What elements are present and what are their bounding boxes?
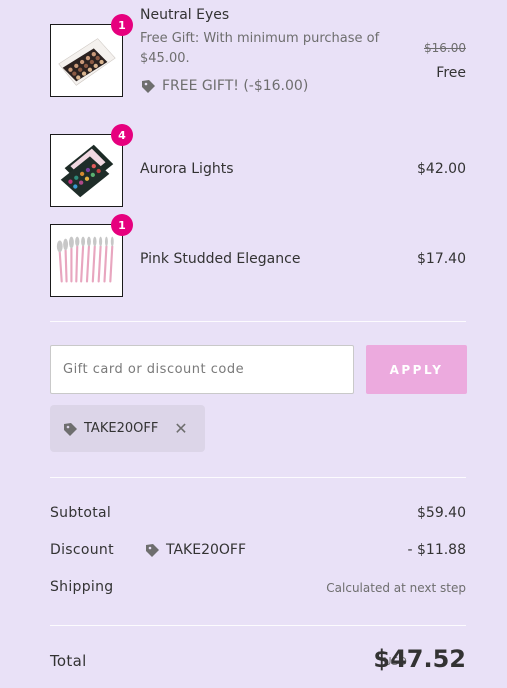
- discount-value: - $11.88: [407, 542, 467, 558]
- subtotal-label: Subtotal: [50, 505, 112, 521]
- discount-row: Discount TAKE20OFF - $11.88: [50, 542, 466, 564]
- product-name: Neutral Eyes: [140, 7, 230, 23]
- subtotal-row: Subtotal $59.40: [50, 505, 466, 527]
- item-price: $17.40: [417, 251, 466, 267]
- discount-code-input[interactable]: [50, 345, 354, 394]
- tag-icon: [142, 80, 155, 93]
- total-label: Total: [50, 652, 87, 670]
- discount-code-text: TAKE20OFF: [166, 542, 247, 558]
- shipping-row: Shipping Calculated at next step: [50, 579, 466, 601]
- eyeshadow-palette-image: [60, 144, 114, 198]
- close-icon[interactable]: ✕: [174, 419, 187, 438]
- discount-label: Discount: [50, 542, 114, 558]
- product-thumbnail: 1: [50, 14, 133, 97]
- applied-discount-chip: TAKE20OFF ✕: [50, 405, 205, 452]
- tag-icon: [146, 544, 159, 557]
- section-divider: [50, 625, 466, 626]
- cart-item: 4 Aurora Lights $42.00: [50, 124, 466, 209]
- section-divider: [50, 321, 466, 322]
- cart-item: 1 Neutral Eyes Free Gift: With minimum p…: [50, 7, 466, 99]
- shipping-label: Shipping: [50, 579, 114, 595]
- tag-icon: [64, 422, 77, 436]
- applied-code-text: TAKE20OFF: [84, 421, 159, 436]
- product-thumbnail: 4: [50, 124, 133, 207]
- discount-code-tag: TAKE20OFF: [144, 542, 246, 558]
- original-price: $16.00: [424, 41, 466, 55]
- cart-item: 1 Pink Studded Elegance $17.40: [50, 214, 466, 299]
- quantity-badge: 1: [111, 14, 133, 36]
- total-value: $47.52: [373, 645, 466, 673]
- quantity-badge: 1: [111, 214, 133, 236]
- item-price: Free: [436, 65, 466, 81]
- item-price: $42.00: [417, 161, 466, 177]
- section-divider: [50, 477, 466, 478]
- brush-set-image: [56, 236, 114, 283]
- product-thumbnail: 1: [50, 214, 133, 297]
- free-gift-label: FREE GIFT! (-$16.00): [140, 78, 308, 94]
- eyeshadow-palette-image: [58, 38, 116, 86]
- product-name: Pink Studded Elegance: [140, 251, 301, 267]
- apply-button[interactable]: APPLY: [366, 345, 467, 394]
- product-name: Aurora Lights: [140, 161, 234, 177]
- subtotal-value: $59.40: [417, 505, 466, 521]
- free-gift-text: FREE GIFT! (-$16.00): [162, 78, 309, 94]
- gift-condition-text: Free Gift: With minimum purchase of $45.…: [140, 31, 380, 66]
- shipping-value: Calculated at next step: [326, 581, 466, 595]
- quantity-badge: 4: [111, 124, 133, 146]
